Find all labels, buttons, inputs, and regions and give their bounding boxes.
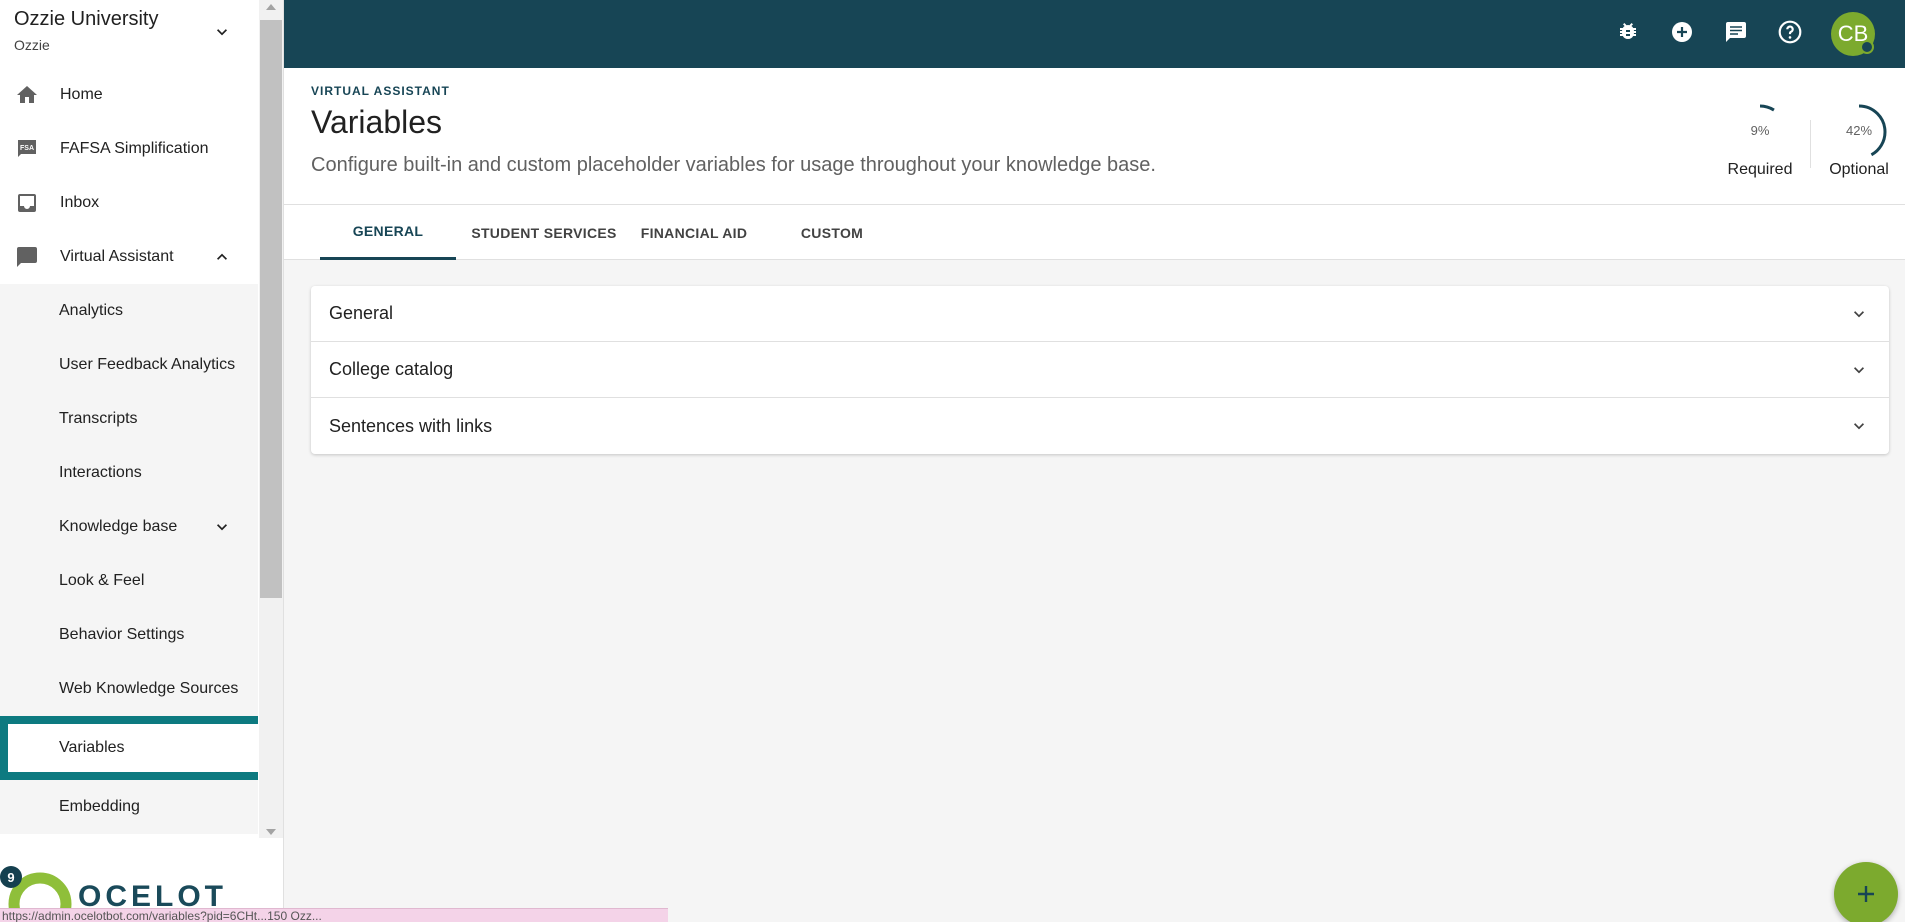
nav-item-fafsa[interactable]: FSA FAFSA Simplification — [0, 122, 258, 176]
scroll-down-arrow[interactable] — [266, 829, 276, 835]
accordion-label: Sentences with links — [329, 415, 493, 436]
org-name: Ozzie University — [14, 8, 159, 30]
chat-bubble-icon — [14, 244, 40, 270]
nav-label-home: Home — [60, 86, 103, 103]
accordion-label: General — [329, 303, 394, 323]
top-app-bar — [284, 0, 1905, 68]
nav-label-fafsa: FAFSA Simplification — [60, 140, 209, 157]
sidebar: Ozzie University Ozzie Home FSA FAFSA Si… — [0, 0, 284, 922]
sidebar-item-transcripts[interactable]: Transcripts — [0, 392, 258, 446]
tab-financial-aid[interactable]: FINANCIAL AID — [624, 205, 764, 260]
add-fab-button[interactable] — [1834, 862, 1898, 922]
variables-accordion: General College catalog Sentences with l… — [311, 286, 1889, 454]
tab-student-services[interactable]: STUDENT SERVICES — [464, 205, 624, 260]
chevron-down-icon — [217, 524, 227, 531]
tab-custom[interactable]: CUSTOM — [764, 205, 900, 260]
notification-badge[interactable]: 9 — [0, 866, 22, 888]
accordion-label: College catalog — [329, 359, 454, 379]
optional-percent: 42% — [1845, 123, 1873, 138]
sidebar-scrollbar[interactable] — [259, 0, 283, 838]
nav-label-virtual-assistant: Virtual Assistant — [60, 248, 174, 265]
help-icon[interactable] — [1776, 18, 1804, 46]
virtual-assistant-submenu: Analytics User Feedback Analytics Transc… — [0, 284, 258, 834]
sidebar-item-look-feel[interactable]: Look & Feel — [0, 554, 258, 608]
chevron-down-icon — [1854, 311, 1864, 318]
gauge-divider — [1810, 120, 1811, 168]
inbox-icon — [14, 190, 40, 216]
page-description: Configure built-in and custom placeholde… — [311, 154, 1156, 176]
page-eyebrow: VIRTUAL ASSISTANT — [311, 84, 450, 98]
sidebar-item-knowledge-base[interactable]: Knowledge base — [0, 500, 258, 554]
sidebar-item-embedding[interactable]: Embedding — [0, 780, 258, 834]
nav-item-home[interactable]: Home — [0, 68, 258, 122]
required-label: Required — [1727, 161, 1793, 178]
page-header: VIRTUAL ASSISTANT Variables Configure bu… — [284, 68, 1905, 205]
nav-label-inbox: Inbox — [60, 194, 100, 211]
accordion-general[interactable]: General — [311, 286, 1889, 342]
tab-bar: GENERAL STUDENT SERVICES FINANCIAL AID C… — [284, 205, 1905, 260]
tab-general[interactable]: GENERAL — [320, 205, 456, 260]
chevron-up-icon — [217, 253, 227, 260]
chevron-down-icon — [1854, 367, 1864, 374]
org-subtitle: Ozzie — [14, 37, 50, 53]
fsa-icon: FSA — [14, 136, 40, 162]
feedback-icon[interactable] — [1722, 18, 1750, 46]
page-title: Variables — [311, 104, 443, 140]
sidebar-label-knowledge-base: Knowledge base — [59, 518, 178, 535]
home-icon — [14, 82, 40, 108]
required-percent: 9% — [1750, 123, 1770, 138]
accordion-college-catalog[interactable]: College catalog — [311, 342, 1889, 398]
org-switcher[interactable]: Ozzie University Ozzie — [0, 0, 258, 68]
sidebar-item-interactions[interactable]: Interactions — [0, 446, 258, 500]
status-indicator — [1860, 40, 1874, 54]
bug-icon[interactable] — [1614, 18, 1642, 46]
optional-label: Optional — [1829, 161, 1889, 178]
scroll-up-arrow[interactable] — [266, 4, 276, 10]
fsa-badge-text: FSA — [20, 145, 34, 152]
sidebar-item-behavior[interactable]: Behavior Settings — [0, 608, 258, 662]
accordion-sentences-with-links[interactable]: Sentences with links — [311, 398, 1889, 454]
browser-status-bar: https://admin.ocelotbot.com/variables?pi… — [0, 908, 668, 922]
sidebar-item-analytics[interactable]: Analytics — [0, 284, 258, 338]
sidebar-scroll-area: Ozzie University Ozzie Home FSA FAFSA Si… — [0, 0, 258, 838]
chevron-down-icon[interactable] — [212, 22, 232, 42]
plus-icon — [1858, 886, 1874, 902]
scrollbar-thumb[interactable] — [260, 20, 282, 598]
nav-item-virtual-assistant[interactable]: Virtual Assistant — [0, 230, 258, 284]
sidebar-item-variables[interactable]: Variables — [0, 716, 258, 780]
sidebar-item-user-feedback[interactable]: User Feedback Analytics — [0, 338, 258, 392]
chevron-down-icon — [1854, 423, 1864, 430]
sidebar-item-web-sources[interactable]: Web Knowledge Sources — [0, 662, 258, 716]
nav-item-inbox[interactable]: Inbox — [0, 176, 258, 230]
add-circle-icon[interactable] — [1668, 18, 1696, 46]
